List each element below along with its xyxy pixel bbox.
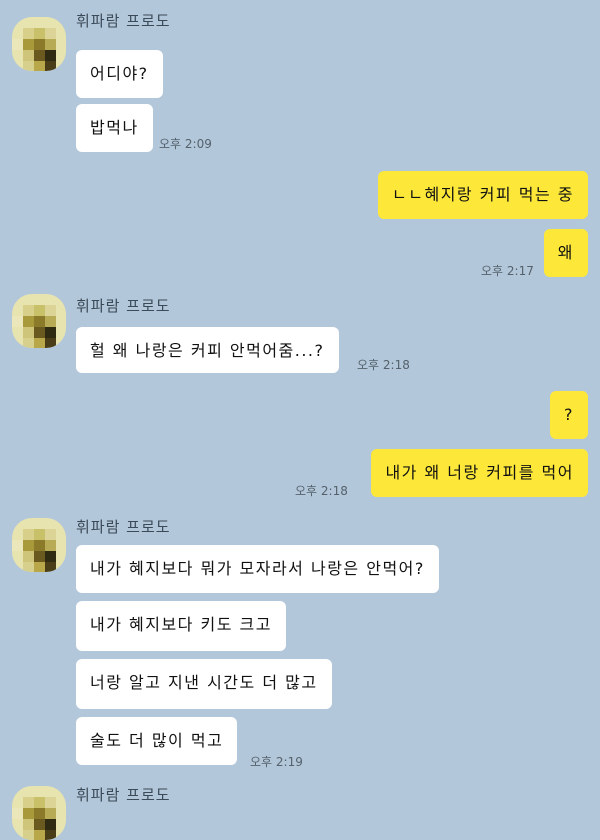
avatar-pixel bbox=[45, 540, 56, 551]
avatar-pixel bbox=[23, 39, 34, 50]
avatar-pixel bbox=[34, 797, 45, 808]
message-bubble[interactable]: 밥먹나 bbox=[76, 104, 153, 152]
message-bubble[interactable]: 헐 왜 나랑은 커피 안먹어줌...? bbox=[76, 327, 339, 373]
avatar-pixel bbox=[23, 562, 34, 572]
avatar-pixel bbox=[23, 808, 34, 819]
message-bubble[interactable]: 너랑 알고 지낸 시간도 더 많고 bbox=[76, 659, 332, 709]
avatar-pixel bbox=[45, 39, 56, 50]
avatar-pixel bbox=[45, 808, 56, 819]
avatar-pixel bbox=[45, 797, 56, 808]
avatar-pixel bbox=[34, 61, 45, 71]
avatar-pixel bbox=[45, 529, 56, 540]
avatar-pixel bbox=[23, 61, 34, 71]
avatar-pixel bbox=[23, 305, 34, 316]
avatar-pixel bbox=[12, 316, 23, 327]
message-bubble[interactable]: 내가 혜지보다 뭐가 모자라서 나랑은 안먹어? bbox=[76, 545, 439, 593]
avatar-pixel bbox=[23, 338, 34, 348]
avatar-pixel bbox=[23, 50, 34, 61]
avatar-pixel bbox=[34, 50, 45, 61]
avatar-pixel bbox=[34, 562, 45, 572]
avatar-pixel bbox=[23, 316, 34, 327]
avatar-pixel bbox=[45, 338, 56, 348]
avatar-pixel bbox=[34, 540, 45, 551]
avatar-pixel bbox=[23, 327, 34, 338]
my-message-bubble[interactable]: ? bbox=[550, 391, 588, 439]
avatar-pixel bbox=[34, 808, 45, 819]
message-time: 오후 2:17 bbox=[481, 264, 534, 278]
avatar-pixel bbox=[34, 551, 45, 562]
avatar-pixel bbox=[12, 808, 23, 819]
avatar-pixel bbox=[45, 830, 56, 840]
avatar-pixel bbox=[45, 61, 56, 71]
avatar-pixel bbox=[23, 540, 34, 551]
my-message-bubble[interactable]: 내가 왜 너랑 커피를 먹어 bbox=[371, 449, 588, 497]
sender-name: 휘파람 프로도 bbox=[76, 12, 171, 30]
avatar[interactable] bbox=[12, 294, 66, 348]
chat-screen: { "chat": { "colors": { "background": "#… bbox=[0, 0, 600, 840]
avatar-pixel bbox=[34, 830, 45, 840]
avatar-pixel bbox=[45, 551, 56, 562]
avatar-pixel bbox=[45, 316, 56, 327]
avatar-pixel bbox=[34, 305, 45, 316]
sender-name: 휘파람 프로도 bbox=[76, 297, 171, 315]
avatar-pixel bbox=[45, 305, 56, 316]
my-message-bubble[interactable]: 왜 bbox=[543, 229, 588, 277]
avatar[interactable] bbox=[12, 518, 66, 572]
avatar-pixel bbox=[34, 327, 45, 338]
avatar-pixel bbox=[12, 540, 23, 551]
avatar-pixel bbox=[23, 797, 34, 808]
my-message-bubble[interactable]: ㄴㄴ혜지랑 커피 먹는 중 bbox=[378, 171, 588, 219]
message-time: 오후 2:09 bbox=[159, 137, 212, 151]
avatar-pixel bbox=[23, 830, 34, 840]
message-bubble[interactable]: 술도 더 많이 먹고 bbox=[76, 717, 238, 765]
avatar-pixel bbox=[45, 50, 56, 61]
avatar[interactable] bbox=[12, 17, 66, 71]
avatar[interactable] bbox=[12, 786, 66, 840]
avatar-pixel bbox=[23, 529, 34, 540]
avatar-pixel bbox=[45, 819, 56, 830]
avatar-pixel bbox=[34, 39, 45, 50]
avatar-pixel bbox=[34, 316, 45, 327]
message-time: 오후 2:19 bbox=[250, 755, 303, 769]
avatar-pixel bbox=[45, 28, 56, 39]
avatar-pixel bbox=[34, 28, 45, 39]
avatar-pixel bbox=[23, 819, 34, 830]
message-time: 오후 2:18 bbox=[357, 358, 410, 372]
sender-name: 휘파람 프로도 bbox=[76, 518, 171, 536]
avatar-pixel bbox=[45, 562, 56, 572]
message-bubble[interactable]: 어디야? bbox=[76, 50, 163, 98]
avatar-pixel bbox=[34, 338, 45, 348]
avatar-pixel bbox=[45, 327, 56, 338]
message-time: 오후 2:18 bbox=[295, 484, 348, 498]
avatar-pixel bbox=[12, 39, 23, 50]
avatar-pixel bbox=[34, 529, 45, 540]
avatar-pixel bbox=[34, 819, 45, 830]
sender-name: 휘파람 프로도 bbox=[76, 786, 171, 804]
message-bubble[interactable]: 내가 혜지보다 키도 크고 bbox=[76, 601, 286, 651]
avatar-pixel bbox=[23, 28, 34, 39]
avatar-pixel bbox=[23, 551, 34, 562]
